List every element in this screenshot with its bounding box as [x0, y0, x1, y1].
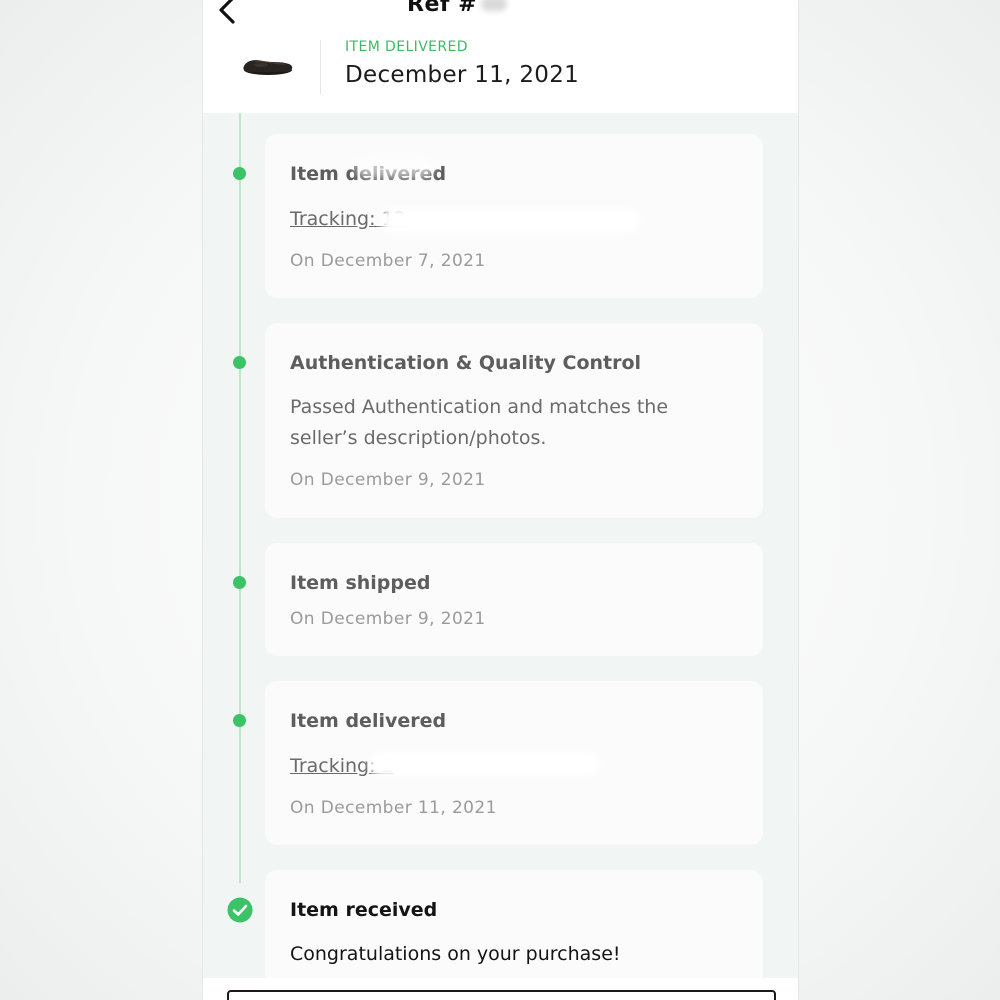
order-tracking-screen: Ref # ITEM DELIVERED December 11, 2021 I… [202, 0, 799, 1000]
order-ref-title: Ref # [407, 0, 508, 17]
order-status-date: December 11, 2021 [345, 62, 580, 88]
timeline-event-description: Passed Authentication and matches the se… [290, 396, 669, 449]
back-button[interactable] [213, 0, 241, 26]
timeline-event-description: Congratulations on your purchase! [290, 943, 621, 965]
timeline-event-date: On December 11, 2021 [290, 798, 497, 818]
timeline-event-date: On December 7, 2021 [290, 251, 486, 271]
timeline-event-date: On December 9, 2021 [290, 609, 486, 629]
timeline-event-date: On December 9, 2021 [290, 470, 486, 490]
redacted-ref-number [481, 0, 508, 11]
timeline-card-item-delivered: Item delivered Tracking: 2 On December 1… [265, 681, 763, 845]
redaction-smudge [355, 156, 435, 178]
timeline-event-title: Item received [290, 899, 438, 921]
timeline-card-item-delivered: Item delivered Tracking: 12 On December … [265, 134, 763, 298]
product-thumbnail[interactable] [241, 52, 295, 78]
bottom-action-button[interactable] [227, 990, 776, 1000]
timeline-line [239, 113, 241, 883]
check-circle-icon [227, 897, 253, 923]
order-status-label: ITEM DELIVERED [345, 39, 468, 55]
chevron-left-icon [219, 0, 235, 24]
timeline-dot [233, 356, 246, 369]
redacted-tracking [370, 751, 600, 777]
timeline-dot [233, 167, 246, 180]
redacted-tracking [380, 208, 640, 234]
timeline-card-item-shipped: Item shipped On December 9, 2021 [265, 543, 763, 656]
header-divider [320, 40, 321, 94]
timeline-event-title: Item delivered [290, 710, 447, 732]
timeline-dot [233, 714, 246, 727]
order-header: Ref # ITEM DELIVERED December 11, 2021 [203, 0, 798, 113]
order-ref-label: Ref # [407, 0, 478, 17]
timeline-dot [233, 576, 246, 589]
timeline-card-authentication: Authentication & Quality Control Passed … [265, 323, 763, 518]
timeline-event-title: Authentication & Quality Control [290, 352, 642, 374]
timeline-event-title: Item shipped [290, 572, 431, 594]
